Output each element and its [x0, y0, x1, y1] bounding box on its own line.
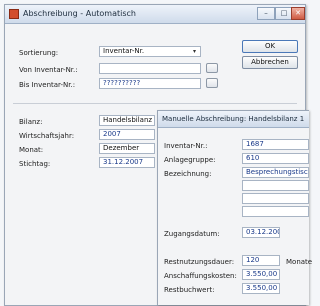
bilanz-dropdown[interactable]: Handelsbilanz 1 [99, 115, 155, 126]
monat-dropdown[interactable]: Dezember [99, 143, 155, 154]
sortierung-label: Sortierung: [19, 49, 59, 57]
sub-window-title: Manuelle Abschreibung: Handelsbilanz 1 [162, 115, 305, 123]
chevron-down-icon: ▾ [192, 48, 196, 55]
close-button[interactable]: ✕ [291, 7, 305, 20]
nutzungsdauer-input[interactable]: 120 [242, 255, 280, 266]
nutzungsdauer-unit: Monate [286, 258, 313, 266]
title-bar: Abschreibung - Automatisch – □ ✕ [5, 5, 305, 24]
inventar-nr-label: Inventar-Nr.: [164, 142, 208, 150]
stichtag-input[interactable]: 31.12.2007 [99, 157, 155, 168]
app-icon [9, 9, 19, 19]
ok-button[interactable]: OK [242, 40, 298, 53]
anschaffungskosten-input[interactable]: 3.550,00 [242, 269, 280, 280]
von-inventar-lookup-button[interactable] [206, 63, 218, 73]
monat-label: Monat: [19, 146, 44, 154]
separator [13, 103, 297, 104]
von-inventar-label: Von Inventar-Nr.: [19, 66, 78, 74]
minimize-button[interactable]: – [257, 7, 275, 20]
zugangsdatum-label: Zugangsdatum: [164, 230, 220, 238]
bis-inventar-label: Bis Inventar-Nr.: [19, 81, 76, 89]
anschaffungskosten-label: Anschaffungskosten: [164, 272, 237, 280]
bezeichnung-line-4[interactable] [242, 206, 309, 217]
inventar-nr-input[interactable]: 1687 [242, 139, 309, 150]
monat-value: Dezember [103, 144, 140, 152]
abbrechen-button[interactable]: Abbrechen [242, 56, 298, 69]
sortierung-value: Inventar-Nr. [103, 47, 145, 55]
bezeichnung-input[interactable]: Besprechungstisch rot [242, 167, 309, 178]
von-inventar-input[interactable] [99, 63, 201, 74]
anlagegruppe-label: Anlagegruppe: [164, 156, 216, 164]
restbuchwert-label: Restbuchwert: [164, 286, 215, 294]
bilanz-label: Bilanz: [19, 118, 43, 126]
restbuchwert-input[interactable]: 3.550,00 [242, 283, 280, 294]
stichtag-label: Stichtag: [19, 160, 51, 168]
wirtschaftsjahr-label: Wirtschaftsjahr: [19, 132, 75, 140]
wirtschaftsjahr-input[interactable]: 2007 [99, 129, 155, 140]
anlagegruppe-input[interactable]: 610 [242, 153, 309, 164]
sub-window: Manuelle Abschreibung: Handelsbilanz 1 I… [157, 110, 313, 305]
bezeichnung-line-3[interactable] [242, 193, 309, 204]
sortierung-dropdown[interactable]: Inventar-Nr. ▾ [99, 46, 201, 57]
sub-title-bar: Manuelle Abschreibung: Handelsbilanz 1 [158, 111, 309, 128]
bis-inventar-input[interactable]: ?????????? [99, 78, 201, 89]
bezeichnung-label: Bezeichnung: [164, 170, 212, 178]
bis-inventar-lookup-button[interactable] [206, 78, 218, 88]
zugangsdatum-input[interactable]: 03.12.2007 [242, 227, 280, 238]
bilanz-value: Handelsbilanz 1 [103, 116, 155, 124]
bezeichnung-line-2[interactable] [242, 180, 309, 191]
nutzungsdauer-label: Restnutzungsdauer: [164, 258, 235, 266]
window-title: Abschreibung - Automatisch [23, 9, 136, 18]
